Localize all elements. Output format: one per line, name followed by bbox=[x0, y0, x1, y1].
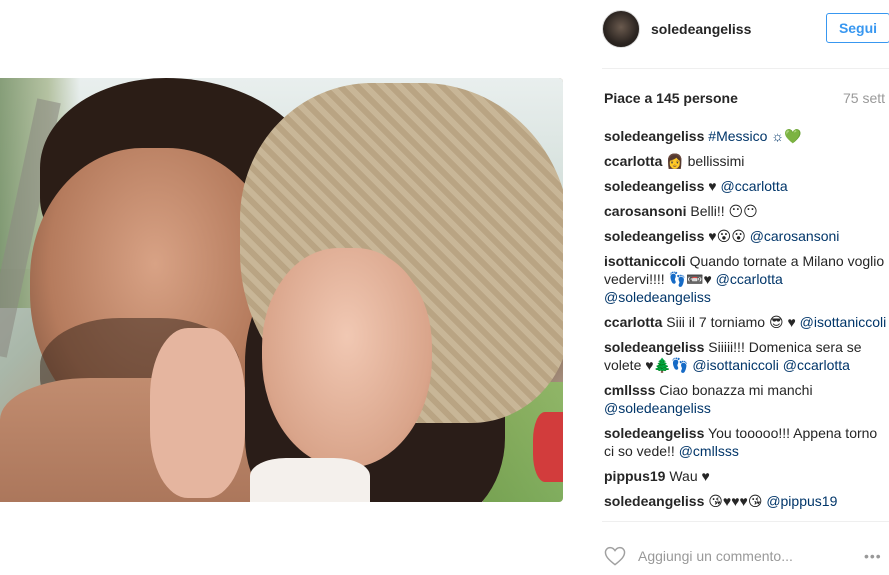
comment-mention[interactable]: @carosansoni bbox=[750, 228, 840, 244]
comment-item: ccarlotta Siii il 7 torniamo 😎 ♥ @isotta… bbox=[604, 313, 889, 331]
comment-item: soledeangeliss 😘♥♥♥😘 @pippus19 bbox=[604, 492, 889, 510]
comment-mention[interactable]: @cmllsss bbox=[679, 443, 739, 459]
post-username[interactable]: soledeangeliss bbox=[651, 21, 751, 37]
comment-item: soledeangeliss ♥ @ccarlotta bbox=[604, 177, 889, 195]
comment-item: pippus19 Wau ♥ bbox=[604, 467, 889, 485]
footer-divider bbox=[602, 521, 889, 522]
comment-input[interactable] bbox=[638, 546, 838, 566]
photo-shirt bbox=[250, 458, 370, 502]
comment-item: soledeangeliss ♥😮😮 @carosansoni bbox=[604, 227, 889, 245]
likes-count[interactable]: Piace a 145 persone bbox=[604, 90, 738, 106]
follow-button[interactable]: Segui bbox=[826, 13, 889, 43]
comment-item: carosansoni Belli!! 😶😶 bbox=[604, 202, 889, 220]
comment-username[interactable]: cmllsss bbox=[604, 382, 655, 398]
post-header: soledeangeliss Segui bbox=[602, 10, 889, 50]
comment-username[interactable]: ccarlotta bbox=[604, 314, 662, 330]
comment-username[interactable]: isottaniccoli bbox=[604, 253, 686, 269]
post-time[interactable]: 75 sett bbox=[843, 90, 885, 106]
comment-text: 😘♥♥♥😘 bbox=[708, 493, 763, 509]
photo-red-object bbox=[533, 412, 563, 482]
more-options-icon[interactable]: ••• bbox=[864, 548, 882, 564]
comment-text: ♥😮😮 bbox=[708, 228, 746, 244]
photo-hand bbox=[150, 328, 245, 498]
comments-list[interactable]: soledeangeliss #Messico ☼💚 ccarlotta 👩 b… bbox=[604, 127, 889, 521]
heart-icon[interactable] bbox=[604, 546, 626, 566]
comment-mention[interactable]: @ccarlotta bbox=[720, 178, 787, 194]
comment-text: Siii il 7 torniamo 😎 ♥ bbox=[666, 314, 796, 330]
comment-item: soledeangeliss You tooooo!!! Appena torn… bbox=[604, 424, 889, 460]
comment-username[interactable]: ccarlotta bbox=[604, 153, 662, 169]
comment-mention[interactable]: @soledeangeliss bbox=[604, 400, 711, 416]
comment-text: ♥ bbox=[708, 178, 717, 194]
avatar[interactable] bbox=[602, 10, 640, 48]
comment-username[interactable]: soledeangeliss bbox=[604, 339, 704, 355]
comment-username[interactable]: soledeangeliss bbox=[604, 128, 704, 144]
comment-item: cmllsss Ciao bonazza mi manchi @soledean… bbox=[604, 381, 889, 417]
comment-text: 👩 bellissimi bbox=[666, 153, 745, 169]
comment-item: isottaniccoli Quando tornate a Milano vo… bbox=[604, 252, 889, 306]
comment-text: Wau ♥ bbox=[669, 468, 710, 484]
comment-mention[interactable]: @isottaniccoli bbox=[800, 314, 887, 330]
comment-mention[interactable]: @pippus19 bbox=[766, 493, 837, 509]
comment-username[interactable]: carosansoni bbox=[604, 203, 686, 219]
comment-mention[interactable]: @isottaniccoli @ccarlotta bbox=[692, 357, 850, 373]
photo-woman-face bbox=[262, 248, 432, 468]
comment-item: soledeangeliss Siiiii!!! Domenica sera s… bbox=[604, 338, 889, 374]
comment-username[interactable]: soledeangeliss bbox=[604, 493, 704, 509]
comment-text: Ciao bonazza mi manchi bbox=[659, 382, 813, 398]
post-photo[interactable] bbox=[0, 78, 563, 502]
comment-username[interactable]: pippus19 bbox=[604, 468, 665, 484]
comment-item: ccarlotta 👩 bellissimi bbox=[604, 152, 889, 170]
comment-username[interactable]: soledeangeliss bbox=[604, 425, 704, 441]
comment-text: Belli!! 😶😶 bbox=[690, 203, 758, 219]
header-divider bbox=[602, 68, 889, 69]
comment-hashtag[interactable]: #Messico ☼💚 bbox=[708, 128, 801, 144]
comment-username[interactable]: soledeangeliss bbox=[604, 178, 704, 194]
comment-item: soledeangeliss #Messico ☼💚 bbox=[604, 127, 889, 145]
comment-username[interactable]: soledeangeliss bbox=[604, 228, 704, 244]
